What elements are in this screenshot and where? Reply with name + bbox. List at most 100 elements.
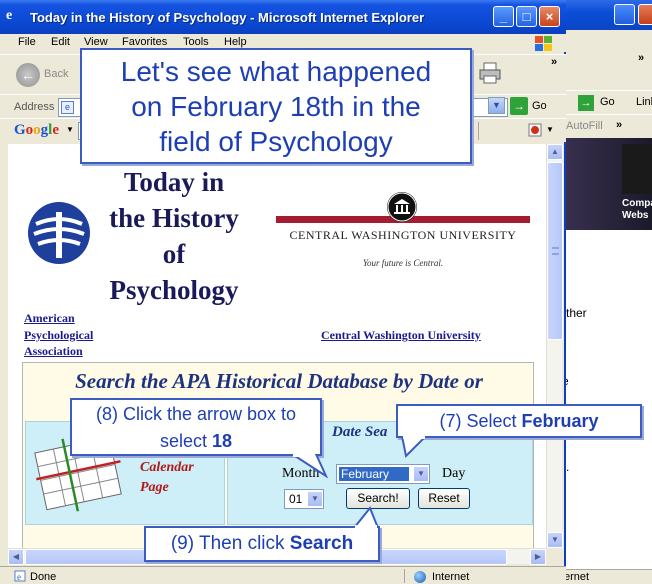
internet-zone-icon (414, 571, 426, 583)
background-more-chevron[interactable]: » (616, 119, 622, 131)
cwu-logo: CENTRAL WASHINGTON UNIVERSITY Your futur… (276, 192, 530, 272)
intro-callout-line: on February 18th in the (131, 91, 421, 122)
background-close-button[interactable] (638, 4, 652, 25)
step8-callout-pointer (292, 454, 328, 478)
maximize-button[interactable]: □ (516, 6, 537, 27)
month-selected-value: February (339, 467, 409, 481)
step9-callout-pointer (352, 506, 380, 528)
cwu-building-icon (387, 192, 417, 222)
menu-favorites[interactable]: Favorites (122, 36, 167, 48)
step7-callout-pointer (400, 436, 428, 458)
intro-callout-line: field of Psychology (159, 126, 393, 157)
step7-callout-text: (7) Select (439, 411, 522, 431)
background-statusbar: ernet (560, 569, 652, 584)
background-window: » → Go Links AutoFill » Compa Webs ther … (560, 0, 652, 584)
background-status-text: ernet (564, 571, 590, 583)
back-arrow-icon: ← (16, 63, 40, 87)
background-text-fragment: ther (566, 306, 587, 320)
scroll-grip-icon (552, 247, 559, 255)
search-heading-line: Search the APA Historical Database by Da… (75, 369, 483, 393)
calendar-page-line: Page (140, 480, 169, 495)
page-done-icon: e (14, 570, 26, 582)
menu-help[interactable]: Help (224, 36, 247, 48)
background-address-row: → Go Links (560, 90, 652, 114)
background-google-row: AutoFill » (560, 114, 652, 138)
day-select[interactable]: 01 ▼ (284, 489, 324, 509)
back-label: Back (44, 68, 69, 80)
background-banner: Compa Webs (560, 138, 652, 230)
step8-callout-bold: 18 (212, 431, 233, 451)
reset-button[interactable]: Reset (418, 488, 470, 509)
vertical-scrollbar[interactable]: ▲ ▼ (546, 144, 563, 548)
popup-blocker-icon[interactable] (528, 123, 542, 137)
background-banner-text: Compa Webs (622, 198, 652, 221)
status-text: Done (30, 571, 57, 583)
page-icon: e (61, 101, 74, 114)
background-links-label[interactable]: Links (636, 96, 652, 108)
menu-view[interactable]: View (84, 36, 108, 48)
step8-callout-line: (8) Click the arrow box to (95, 404, 297, 424)
status-bar: e Done Internet (0, 566, 566, 584)
scroll-left-arrow-icon[interactable]: ◀ (8, 549, 24, 565)
day-dropdown-arrow-icon[interactable]: ▼ (307, 491, 323, 507)
back-button[interactable]: ← Back (16, 63, 76, 87)
cwu-tagline: Your future is Central. (362, 258, 444, 268)
apa-link-line: Psychological (24, 327, 94, 342)
minimize-button[interactable]: _ (493, 6, 514, 27)
calendar-page-link[interactable]: Calendar Page (140, 458, 194, 498)
address-label: Address (14, 101, 55, 113)
toolbar-separator (478, 122, 479, 140)
background-go-arrow-icon[interactable]: → (578, 95, 594, 111)
toolbar-more-chevron[interactable]: » (551, 56, 557, 68)
window-titlebar[interactable]: e Today in the History of Psychology - M… (0, 0, 566, 34)
scroll-down-arrow-icon[interactable]: ▼ (547, 532, 563, 548)
background-window-titlebar (560, 0, 652, 30)
vertical-scroll-thumb[interactable] (547, 162, 563, 340)
calendar-page-line: Calendar (140, 460, 194, 475)
svg-text:e: e (17, 572, 21, 582)
cwu-link[interactable]: Central Washington University (321, 328, 481, 343)
step8-callout: (8) Click the arrow box to select 18 (70, 398, 322, 456)
scroll-right-arrow-icon[interactable]: ▶ (530, 549, 546, 565)
print-icon[interactable] (478, 62, 502, 84)
background-go-label[interactable]: Go (600, 96, 615, 108)
close-button[interactable]: × (539, 6, 560, 27)
ie-logo-icon: e (6, 8, 13, 23)
go-button[interactable]: → Go (510, 97, 556, 115)
windows-flag-icon (535, 36, 552, 51)
address-dropdown-arrow[interactable]: ▼ (488, 97, 505, 114)
background-toolbar: » (560, 30, 652, 90)
menu-file[interactable]: File (18, 36, 36, 48)
step9-callout-bold: Search (289, 533, 354, 554)
page-content: Today in the History of Psychology CENTR… (8, 144, 546, 548)
background-autofill-label[interactable]: AutoFill (566, 120, 603, 132)
google-menu-arrow-icon[interactable]: ▼ (66, 125, 74, 134)
popup-menu-arrow-icon[interactable]: ▼ (546, 125, 554, 134)
go-arrow-icon: → (510, 97, 528, 115)
zone-text: Internet (432, 571, 470, 583)
intro-callout-line: Let's see what happened (120, 56, 432, 87)
menu-edit[interactable]: Edit (51, 36, 70, 48)
background-book-icon (622, 144, 652, 194)
step8-callout-text: select (159, 431, 212, 451)
background-page: ther e s. (560, 230, 652, 570)
apa-link-line: American (24, 311, 75, 325)
background-toolbar-chevron[interactable]: » (638, 52, 644, 64)
apa-link-line: Association (24, 344, 83, 358)
day-selected-value: 01 (289, 492, 303, 506)
step7-callout-bold: February (521, 411, 599, 431)
apa-link[interactable]: American Psychological Association (24, 310, 114, 360)
page-title-line: Psychology (109, 275, 239, 305)
scroll-up-arrow-icon[interactable]: ▲ (547, 144, 563, 160)
month-dropdown-arrow-icon[interactable]: ▼ (413, 466, 429, 482)
menu-tools[interactable]: Tools (183, 36, 209, 48)
step8-callout-line: select 18 (72, 428, 320, 455)
intro-callout: Let's see what happened on February 18th… (80, 48, 472, 164)
google-logo[interactable]: Google (14, 122, 59, 139)
cwu-name: CENTRAL WASHINGTON UNIVERSITY (289, 228, 517, 242)
go-label: Go (532, 100, 547, 112)
month-select[interactable]: February ▼ (336, 464, 430, 484)
page-title-line: of (162, 239, 186, 269)
step7-callout: (7) Select February (396, 404, 642, 438)
background-minimize-button[interactable] (614, 4, 635, 25)
